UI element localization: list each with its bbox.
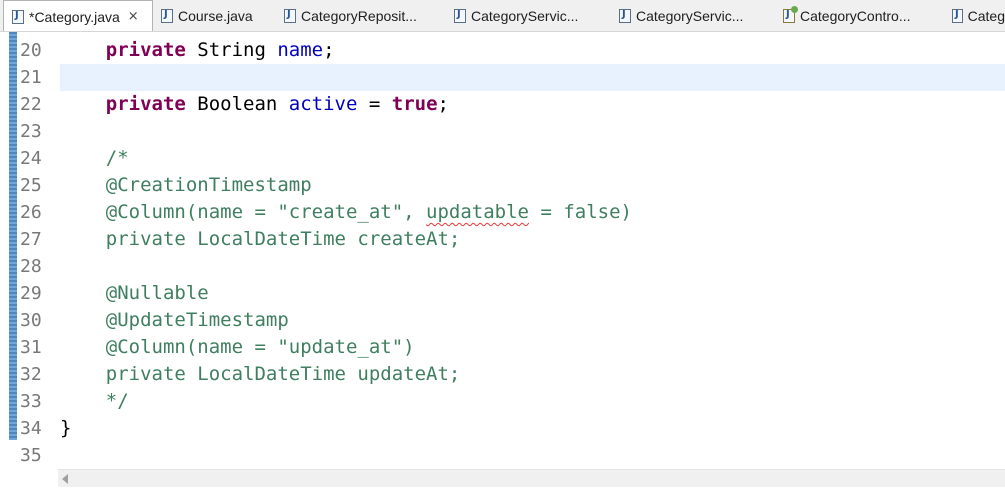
current-line-highlight[interactable] xyxy=(60,64,1005,91)
code-line[interactable]: private String name; xyxy=(60,37,1005,64)
line-number: 20 xyxy=(20,40,42,61)
code-line[interactable]: private Boolean active = true; xyxy=(60,91,1005,118)
tab-category-controller[interactable]: CategoryContro... xyxy=(775,0,947,31)
keyword: private xyxy=(105,39,186,61)
code-text: ; xyxy=(323,39,335,61)
line-number: 28 xyxy=(20,256,42,277)
java-file-icon xyxy=(952,8,963,23)
change-ruler xyxy=(9,32,17,440)
comment-text: = false) xyxy=(529,201,632,223)
line-number: 30 xyxy=(20,310,42,331)
line-number: 33 xyxy=(20,391,42,412)
line-number: 32 xyxy=(20,364,42,385)
line-number: 35 xyxy=(20,445,42,466)
tab-category-service[interactable]: CategoryServic... xyxy=(446,0,611,31)
line-number: 31 xyxy=(20,337,42,358)
editor-tab-bar: *Category.java × Course.java CategoryRep… xyxy=(0,0,1005,32)
comment-line[interactable]: private LocalDateTime updateAt; xyxy=(60,361,1005,388)
tab-course-java[interactable]: Course.java xyxy=(153,0,269,31)
comment-line[interactable]: @UpdateTimestamp xyxy=(60,307,1005,334)
comment-line[interactable]: @Column(name = "create_at", updatable = … xyxy=(60,199,1005,226)
comment-line[interactable]: private LocalDateTime createAt; xyxy=(60,226,1005,253)
editor-bottom-edge xyxy=(0,487,1005,495)
tab-category-repository[interactable]: CategoryReposit... xyxy=(276,0,446,31)
scroll-left-arrow-icon[interactable] xyxy=(62,474,68,484)
line-number-gutter: 20 21 22 23 24 25 26 27 28 29 30 31 32 3… xyxy=(18,32,58,469)
tab-label: CategoryServic... xyxy=(471,7,579,24)
tab-label: Categ xyxy=(967,7,1005,24)
keyword: private xyxy=(105,93,186,115)
line-number: 22 xyxy=(20,94,42,115)
tab-category-service-impl[interactable]: CategoryServic... xyxy=(611,0,776,31)
line-number: 21 xyxy=(20,67,42,88)
spelling-error-marker: updatable xyxy=(426,201,529,223)
comment-line[interactable]: @Column(name = "update_at") xyxy=(60,334,1005,361)
close-icon[interactable]: × xyxy=(128,9,139,24)
line-number: 27 xyxy=(20,229,42,250)
tab-category-java[interactable]: *Category.java × xyxy=(3,0,153,31)
line-number: 25 xyxy=(20,175,42,196)
line-number: 29 xyxy=(20,283,42,304)
field-name: active xyxy=(288,93,358,115)
comment-line[interactable]: @Nullable xyxy=(60,280,1005,307)
horizontal-scrollbar[interactable] xyxy=(58,469,1005,488)
line-number: 26 xyxy=(20,202,42,223)
code-text: String xyxy=(185,39,278,61)
comment-line[interactable]: */ xyxy=(60,388,1005,415)
closing-brace-line[interactable]: } xyxy=(60,415,1005,442)
tab-label: CategoryContro... xyxy=(800,7,911,24)
line-number: 23 xyxy=(20,121,42,142)
code-text: Boolean xyxy=(185,93,289,115)
comment-line[interactable]: /* xyxy=(60,145,1005,172)
java-file-icon xyxy=(619,8,631,23)
tab-label: Course.java xyxy=(178,7,253,24)
java-file-icon xyxy=(454,8,466,23)
field-name: name xyxy=(277,39,324,61)
comment-line[interactable]: @CreationTimestamp xyxy=(60,172,1005,199)
java-file-icon xyxy=(284,8,296,23)
tab-category-overflow[interactable]: Categ xyxy=(944,0,1005,31)
code-text: = xyxy=(357,93,392,115)
line-number: 34 xyxy=(20,418,42,439)
tab-label: CategoryReposit... xyxy=(301,7,417,24)
line-number: 24 xyxy=(20,148,42,169)
tab-label: CategoryServic... xyxy=(636,7,744,24)
java-file-icon xyxy=(161,8,173,23)
java-controller-file-icon xyxy=(783,5,798,23)
code-text: ; xyxy=(437,93,449,115)
code-editor[interactable]: 20 21 22 23 24 25 26 27 28 29 30 31 32 3… xyxy=(0,32,1005,469)
java-file-icon xyxy=(12,9,24,24)
keyword: true xyxy=(391,93,438,115)
tab-label: *Category.java xyxy=(29,8,120,25)
comment-text: @Column(name = "create_at", xyxy=(60,201,427,223)
